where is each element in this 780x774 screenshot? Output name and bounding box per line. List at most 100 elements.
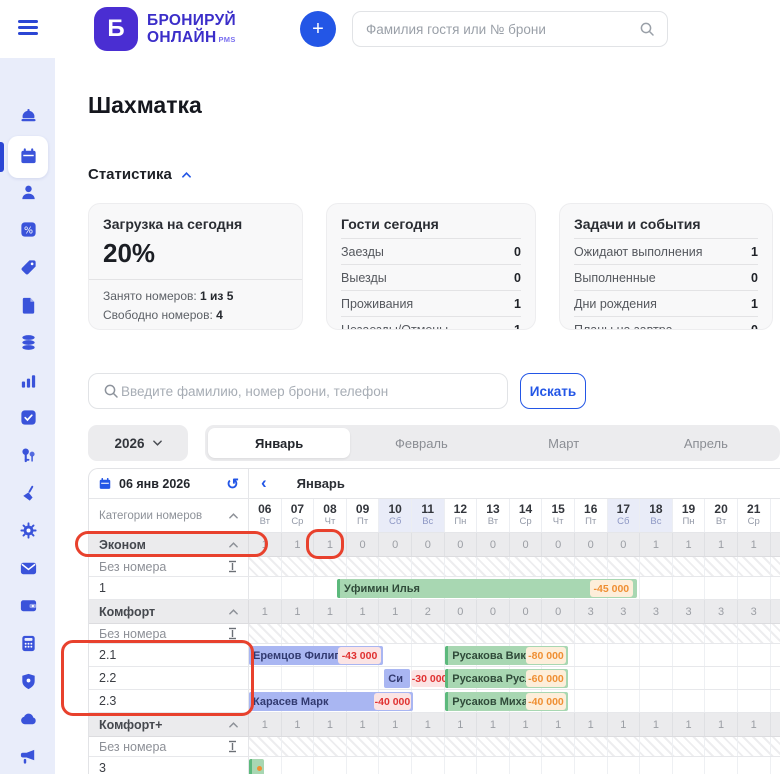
sidebar-item-guests[interactable] bbox=[8, 173, 48, 211]
sidebar-item-security[interactable] bbox=[8, 662, 48, 700]
grid-cell[interactable] bbox=[249, 577, 282, 599]
day-header-21[interactable]: 21Ср bbox=[738, 499, 771, 532]
year-dropdown[interactable]: 2026 bbox=[88, 425, 188, 461]
grid-cell[interactable]: 1 bbox=[640, 533, 673, 556]
grid-cell[interactable]: 0 bbox=[510, 533, 543, 556]
grid-cell[interactable]: 1 bbox=[771, 713, 780, 736]
chevron-up-icon[interactable] bbox=[229, 513, 238, 519]
grid-cell[interactable] bbox=[640, 577, 673, 599]
grid-cell[interactable] bbox=[314, 557, 347, 576]
grid-cell[interactable] bbox=[673, 557, 706, 576]
day-header-09[interactable]: 09Пт bbox=[347, 499, 380, 532]
day-header-12[interactable]: 12Пн bbox=[445, 499, 478, 532]
grid-cell[interactable]: 0 bbox=[608, 533, 641, 556]
grid-cell[interactable] bbox=[738, 757, 771, 774]
day-header-14[interactable]: 14Ср bbox=[510, 499, 543, 532]
day-header-06[interactable]: 06Вт bbox=[249, 499, 282, 532]
day-header-13[interactable]: 13Вт bbox=[477, 499, 510, 532]
grid-cell[interactable] bbox=[510, 624, 543, 643]
day-header-07[interactable]: 07Ср bbox=[282, 499, 315, 532]
grid-cell[interactable]: 2 bbox=[412, 600, 445, 623]
grid-cell[interactable]: 3 bbox=[640, 600, 673, 623]
grid-cell[interactable] bbox=[379, 737, 412, 756]
grid-cell[interactable]: 1 bbox=[640, 713, 673, 736]
sidebar-item-cloud[interactable] bbox=[8, 700, 48, 738]
grid-cell[interactable] bbox=[347, 624, 380, 643]
grid-cell[interactable] bbox=[738, 690, 771, 712]
grid-cell[interactable] bbox=[608, 557, 641, 576]
grid-cell[interactable]: 1 bbox=[314, 533, 347, 556]
sidebar-item-mail[interactable] bbox=[8, 549, 48, 587]
grid-cell[interactable] bbox=[542, 624, 575, 643]
grid-cell[interactable] bbox=[771, 577, 780, 599]
grid-cell[interactable]: 1 bbox=[510, 713, 543, 736]
day-header-16[interactable]: 16Пт bbox=[575, 499, 608, 532]
grid-cell[interactable] bbox=[282, 624, 315, 643]
day-header-11[interactable]: 11Вс bbox=[412, 499, 445, 532]
sidebar-item-marketing[interactable] bbox=[8, 737, 48, 774]
grid-cell[interactable]: 0 bbox=[477, 600, 510, 623]
grid-cell[interactable]: 3 bbox=[705, 600, 738, 623]
grid-cell[interactable] bbox=[412, 557, 445, 576]
grid-cell[interactable] bbox=[738, 737, 771, 756]
grid-cell[interactable] bbox=[575, 690, 608, 712]
grid-cell[interactable] bbox=[705, 577, 738, 599]
grid-cell[interactable]: 1 bbox=[314, 600, 347, 623]
category-label[interactable]: Комфорт+ bbox=[89, 713, 249, 736]
grid-cell[interactable]: 1 bbox=[314, 713, 347, 736]
sidebar-item-calculator[interactable] bbox=[8, 624, 48, 662]
grid-cell[interactable] bbox=[542, 737, 575, 756]
grid-cell[interactable]: 1 bbox=[738, 533, 771, 556]
grid-cell[interactable] bbox=[575, 737, 608, 756]
grid-cell[interactable] bbox=[347, 757, 380, 774]
grid-cell[interactable] bbox=[412, 690, 445, 712]
grid-cell[interactable] bbox=[673, 624, 706, 643]
expand-rows-icon[interactable] bbox=[227, 740, 238, 753]
grid-current-date[interactable]: 06 янв 2026 bbox=[119, 477, 219, 491]
grid-cell[interactable] bbox=[738, 644, 771, 666]
grid-cell[interactable] bbox=[347, 667, 380, 689]
grid-cell[interactable]: 1 bbox=[412, 713, 445, 736]
tab-month-Март[interactable]: Март bbox=[493, 428, 635, 458]
grid-cell[interactable] bbox=[249, 557, 282, 576]
grid-cell[interactable]: 0 bbox=[575, 533, 608, 556]
hamburger-menu-icon[interactable] bbox=[18, 20, 38, 36]
grid-cell[interactable]: 3 bbox=[673, 600, 706, 623]
grid-cell[interactable] bbox=[542, 757, 575, 774]
day-header-17[interactable]: 17Сб bbox=[608, 499, 641, 532]
grid-cell[interactable] bbox=[347, 557, 380, 576]
grid-cell[interactable] bbox=[640, 757, 673, 774]
sidebar-item-calendar[interactable] bbox=[8, 136, 48, 178]
grid-cell[interactable] bbox=[705, 667, 738, 689]
grid-cell[interactable] bbox=[771, 624, 780, 643]
grid-cell[interactable] bbox=[705, 644, 738, 666]
grid-cell[interactable] bbox=[282, 667, 315, 689]
grid-cell[interactable]: 0 bbox=[412, 533, 445, 556]
grid-cell[interactable]: 1 bbox=[379, 600, 412, 623]
grid-cell[interactable] bbox=[771, 690, 780, 712]
day-header-20[interactable]: 20Вт bbox=[705, 499, 738, 532]
grid-cell[interactable]: 1 bbox=[282, 600, 315, 623]
grid-cell[interactable] bbox=[673, 690, 706, 712]
grid-cell[interactable] bbox=[477, 757, 510, 774]
brand-logo[interactable]: Б БРОНИРУЙ ОНЛАЙНPMS bbox=[94, 7, 236, 51]
grid-cell[interactable] bbox=[445, 557, 478, 576]
grid-cell[interactable]: 3 bbox=[608, 600, 641, 623]
day-header-15[interactable]: 15Чт bbox=[542, 499, 575, 532]
grid-cell[interactable] bbox=[575, 757, 608, 774]
reset-date-icon[interactable]: ↺ bbox=[226, 475, 239, 493]
grid-cell[interactable] bbox=[673, 577, 706, 599]
grid-cell[interactable] bbox=[608, 737, 641, 756]
grid-cell[interactable] bbox=[608, 667, 641, 689]
grid-cell[interactable]: 1 bbox=[347, 600, 380, 623]
grid-cell[interactable] bbox=[477, 737, 510, 756]
category-label[interactable]: Эконом bbox=[89, 533, 249, 556]
grid-cell[interactable]: 1 bbox=[249, 713, 282, 736]
grid-cell[interactable] bbox=[445, 737, 478, 756]
sidebar-item-discount[interactable]: % bbox=[8, 211, 48, 249]
grid-cell[interactable] bbox=[412, 757, 445, 774]
grid-cell[interactable] bbox=[705, 737, 738, 756]
grid-cell[interactable] bbox=[510, 737, 543, 756]
grid-cell[interactable]: 0 bbox=[347, 533, 380, 556]
grid-cell[interactable] bbox=[738, 667, 771, 689]
